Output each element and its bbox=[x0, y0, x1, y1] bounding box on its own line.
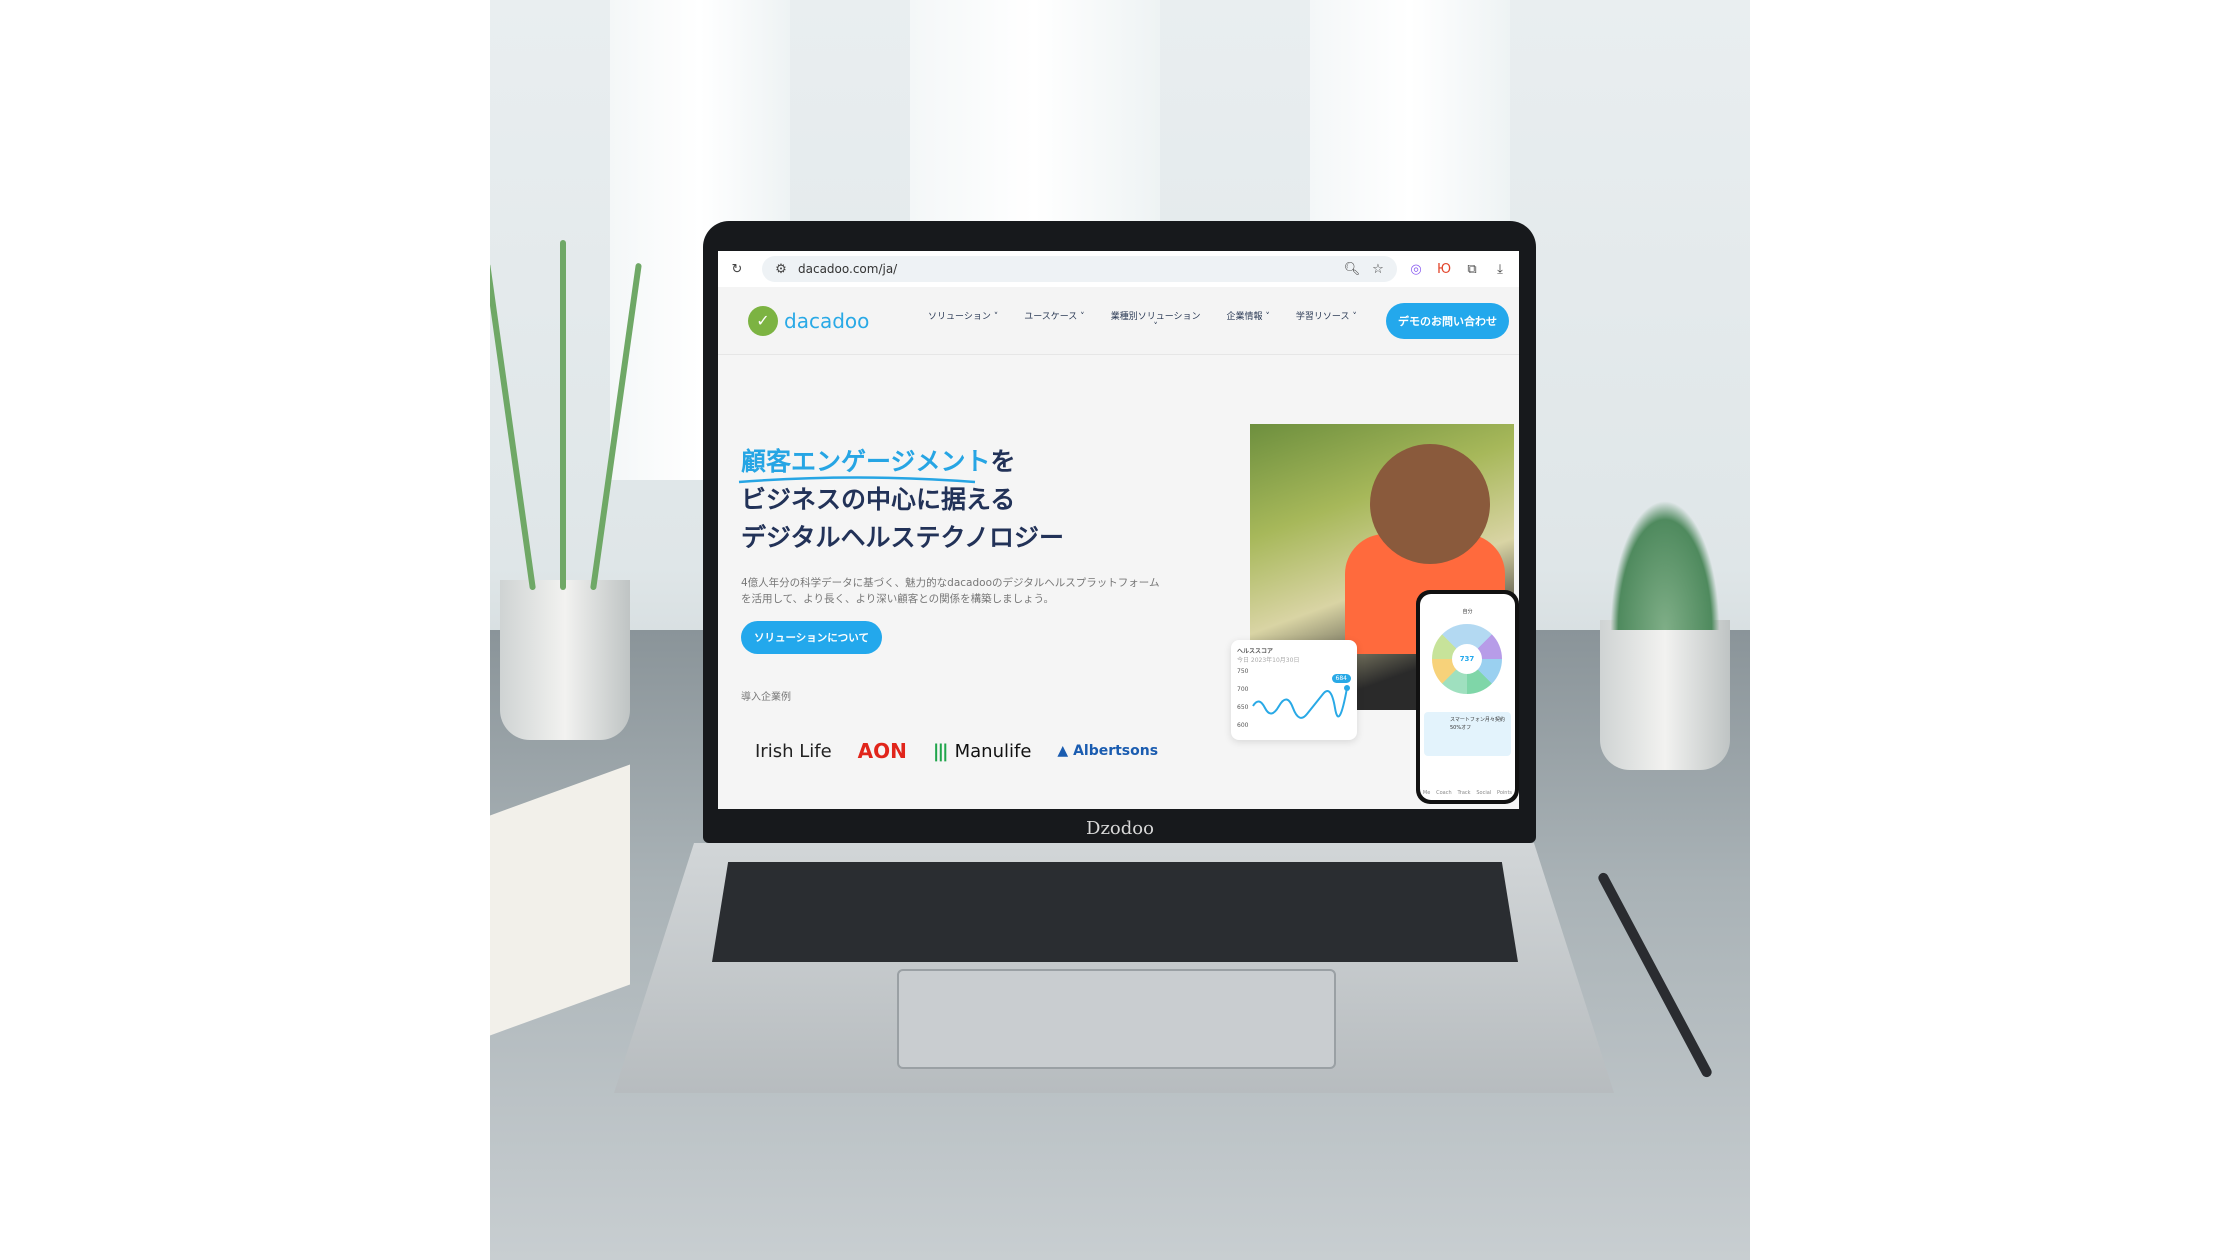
manulife-text: Manulife bbox=[954, 740, 1032, 762]
y-tick: 750 bbox=[1237, 668, 1249, 675]
aon-logo: AON bbox=[857, 739, 907, 763]
irish-life-logo: Irish Life bbox=[755, 740, 832, 762]
reload-icon[interactable]: ↻ bbox=[728, 262, 746, 277]
heart-check-icon: ✓ bbox=[748, 305, 778, 336]
solutions-button[interactable]: ソリューションについて bbox=[741, 621, 882, 654]
promo-title: スマートフォン月々契約 bbox=[1450, 717, 1505, 723]
y-tick: 600 bbox=[1237, 722, 1249, 729]
laptop-brand: Dzodoo bbox=[1086, 818, 1154, 839]
y-tick: 650 bbox=[1237, 704, 1249, 711]
underline-swoosh bbox=[738, 476, 976, 484]
health-wheel: 737 bbox=[1432, 624, 1502, 694]
headline-line2: ビジネスの中心に据える bbox=[741, 485, 1016, 514]
nav-industry-solutions[interactable]: 業種別ソリューション ˅ bbox=[1111, 309, 1201, 332]
health-score-card: ヘルススコア 今日 2023年10月30日 750 700 650 600 68… bbox=[1231, 640, 1357, 740]
grass bbox=[560, 240, 566, 590]
trackpad bbox=[897, 969, 1336, 1069]
browser-toolbar: ↻ ⚙ dacadoo.com/ja/ 🔍︎ ☆ ◎ Ю ⧉ ⤓ bbox=[718, 251, 1519, 287]
manulife-logo: ||| Manulife bbox=[932, 740, 1032, 762]
dacadoo-logo[interactable]: ✓ dacadoo bbox=[748, 305, 928, 336]
headline-highlight: 顧客エンゲージメント bbox=[741, 447, 991, 476]
nav-label: 業種別ソリューション bbox=[1110, 312, 1201, 322]
tab-track: Track bbox=[1457, 790, 1471, 796]
photo-woman bbox=[1370, 444, 1490, 564]
grass bbox=[490, 262, 536, 591]
tab-coach: Coach bbox=[1436, 790, 1452, 796]
nav-label: 学習リソース bbox=[1295, 312, 1350, 322]
logo-text: dacadoo bbox=[784, 308, 870, 333]
extension-icon[interactable]: ◎ bbox=[1407, 262, 1425, 277]
card-title: ヘルススコア bbox=[1237, 648, 1274, 655]
phone-mockup: 自分 737 スマートフォン月々契約 50%オフ Me Coach Track … bbox=[1416, 590, 1519, 804]
headline-line3: デジタルヘルステクノロジー bbox=[741, 523, 1065, 552]
keyboard bbox=[712, 862, 1518, 962]
succulent bbox=[1610, 500, 1720, 630]
browser-window: ↻ ⚙ dacadoo.com/ja/ 🔍︎ ☆ ◎ Ю ⧉ ⤓ ✓ dacad… bbox=[718, 251, 1519, 809]
phone-score: 737 bbox=[1452, 644, 1482, 674]
address-bar[interactable]: ⚙ dacadoo.com/ja/ 🔍︎ ☆ bbox=[762, 256, 1397, 282]
tab-points: Points bbox=[1497, 790, 1513, 796]
nav-label: 企業情報 bbox=[1226, 312, 1263, 322]
headline: 顧客エンゲージメントを bbox=[738, 443, 1161, 484]
demo-request-button[interactable]: デモのお問い合わせ bbox=[1386, 302, 1509, 339]
nav-label: ソリューション bbox=[928, 312, 991, 322]
hero: 顧客エンゲージメントを ビジネスの中心に据える デジタルヘルステクノロジー 4億… bbox=[738, 443, 1161, 763]
download-icon[interactable]: ⤓ bbox=[1491, 262, 1509, 277]
plant-pot bbox=[500, 580, 630, 740]
card-date: 今日 2023年10月30日 bbox=[1237, 657, 1300, 664]
plant-pot bbox=[1600, 620, 1730, 770]
albertsons-text: Albertsons bbox=[1073, 743, 1159, 759]
zoom-icon[interactable]: 🔍︎ bbox=[1343, 262, 1361, 277]
albertsons-logo: ▲ Albertsons bbox=[1057, 743, 1159, 759]
clients-label: 導入企業例 bbox=[741, 692, 791, 703]
headline-suffix: を bbox=[990, 447, 1016, 476]
nav-use-cases[interactable]: ユースケース ˅ bbox=[1024, 309, 1084, 322]
yandex-icon[interactable]: Ю bbox=[1435, 262, 1453, 277]
nav-resources[interactable]: 学習リソース ˅ bbox=[1296, 309, 1357, 322]
tab-me: Me bbox=[1422, 790, 1431, 796]
nav-label: ユースケース bbox=[1024, 312, 1078, 322]
promo-card: スマートフォン月々契約 50%オフ bbox=[1424, 712, 1511, 756]
main-nav: ソリューション ˅ ユースケース ˅ 業種別ソリューション ˅ 企業情報 ˅ 学習… bbox=[928, 309, 1386, 332]
promo-sub: 50%オフ bbox=[1450, 725, 1472, 731]
url-text[interactable]: dacadoo.com/ja/ bbox=[798, 262, 1335, 276]
site-settings-icon[interactable]: ⚙ bbox=[772, 262, 790, 277]
site-header: ✓ dacadoo ソリューション ˅ ユースケース ˅ 業種別ソリューション ˅… bbox=[718, 287, 1519, 355]
nav-company[interactable]: 企業情報 ˅ bbox=[1227, 309, 1270, 322]
phone-tabbar: Me Coach Track Social Points bbox=[1420, 790, 1515, 796]
score-badge: 684 bbox=[1331, 674, 1351, 683]
puzzle-icon[interactable]: ⧉ bbox=[1463, 262, 1481, 277]
hero-description: 4億人年分の科学データに基づく、魅力的なdacadooのデジタルヘルスプラットフ… bbox=[741, 577, 1160, 605]
nav-solutions[interactable]: ソリューション ˅ bbox=[928, 309, 998, 322]
client-logos: Irish Life AON ||| Manulife ▲ Albertsons bbox=[741, 739, 1161, 763]
tab-social: Social bbox=[1476, 790, 1492, 796]
phone-header: 自分 bbox=[1462, 609, 1473, 615]
y-tick: 700 bbox=[1237, 686, 1249, 693]
bookmark-star-icon[interactable]: ☆ bbox=[1369, 262, 1387, 277]
